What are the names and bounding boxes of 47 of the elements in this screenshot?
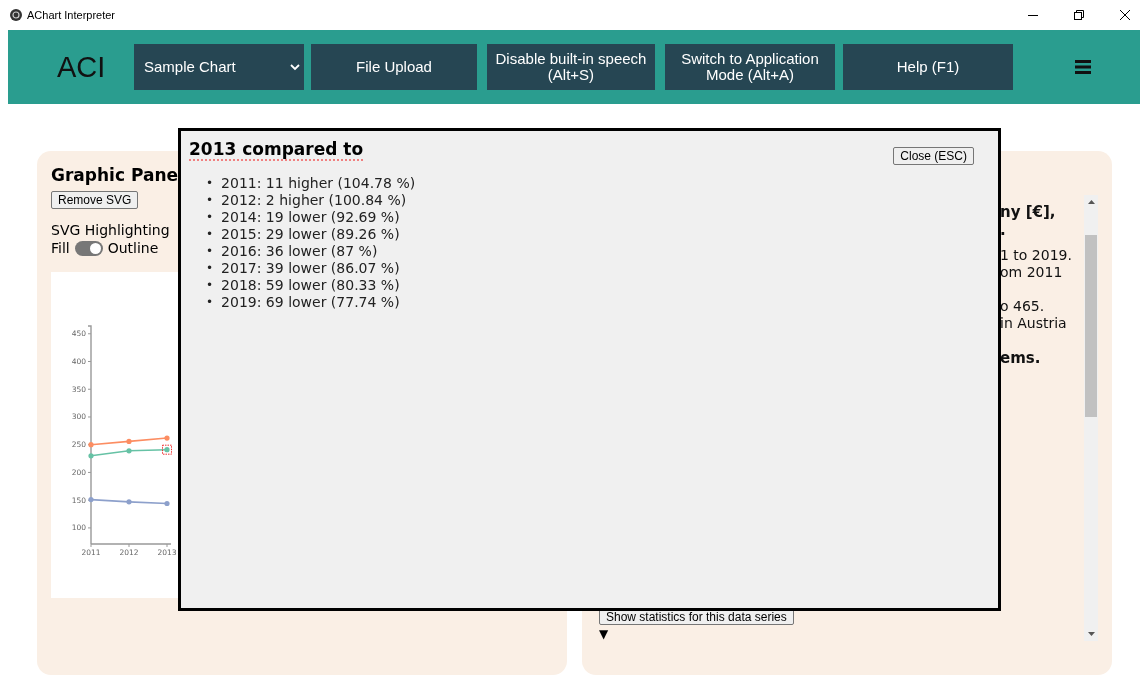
header-button[interactable]: Disable built-in speech (Alt+S) [487,44,655,90]
bullet: • [206,277,214,294]
highlighting-label: SVG Highlighting [51,221,170,239]
scroll-up-icon[interactable] [1087,200,1095,204]
bullet: • [206,260,214,277]
comparison-item: 2016: 36 lower (87 %) [221,243,378,260]
comparison-item: 2011: 11 higher (104.78 %) [221,175,416,192]
comparison-item: 2012: 2 higher (100.84 %) [221,192,407,209]
highlight-toggle[interactable] [74,240,103,256]
description-text: o 465. [1000,298,1046,315]
description-text: 1 to 2019. [1000,247,1073,264]
comparison-item: 2014: 19 lower (92.69 %) [221,209,400,226]
close-icon[interactable] [1120,10,1130,20]
heading-text: . [1000,221,1007,239]
scroll-down-icon[interactable] [1087,632,1095,636]
chevron-down-icon [290,63,300,71]
header-button[interactable]: Switch to Application Mode (Alt+A) [665,44,835,90]
outline-label: Outline [107,239,159,257]
comparison-item: 2019: 69 lower (77.74 %) [221,294,400,311]
bullet: • [206,209,214,226]
bullet: • [206,294,214,311]
header-button[interactable]: Help (F1) [843,44,1013,90]
bullet: • [206,243,214,260]
comparison-item: 2018: 59 lower (80.33 %) [221,277,400,294]
remove-svg-button[interactable]: Remove SVG [51,191,139,209]
heading-text: ems. [1000,349,1042,367]
fill-label: Fill [51,239,70,257]
comparison-item: 2015: 29 lower (89.26 %) [221,226,400,243]
panel-title: Graphic Pane [51,165,178,185]
close-button[interactable]: Close (ESC) [893,147,974,165]
scrollbar[interactable] [1084,195,1098,641]
app-icon [10,9,22,21]
description-text: om 2011 [1000,264,1064,281]
bullet: • [206,175,214,192]
chart-select[interactable]: Sample Chart [134,44,304,90]
expand-toggle[interactable]: ▼ [599,627,609,641]
window-title: AChart Interpreter [27,9,116,21]
menu-icon[interactable] [1075,60,1091,74]
comparison-item: 2017: 39 lower (86.07 %) [221,260,400,277]
restore-icon[interactable] [1074,10,1084,20]
description-text: in Austria [1000,315,1068,332]
dialog-title: 2013 compared to [189,139,364,161]
bullet: • [206,192,214,209]
heading-text: ny [€], [1000,203,1057,221]
app-logo: ACI [57,50,107,84]
header-button[interactable]: File Upload [311,44,477,90]
bullet: • [206,226,214,243]
